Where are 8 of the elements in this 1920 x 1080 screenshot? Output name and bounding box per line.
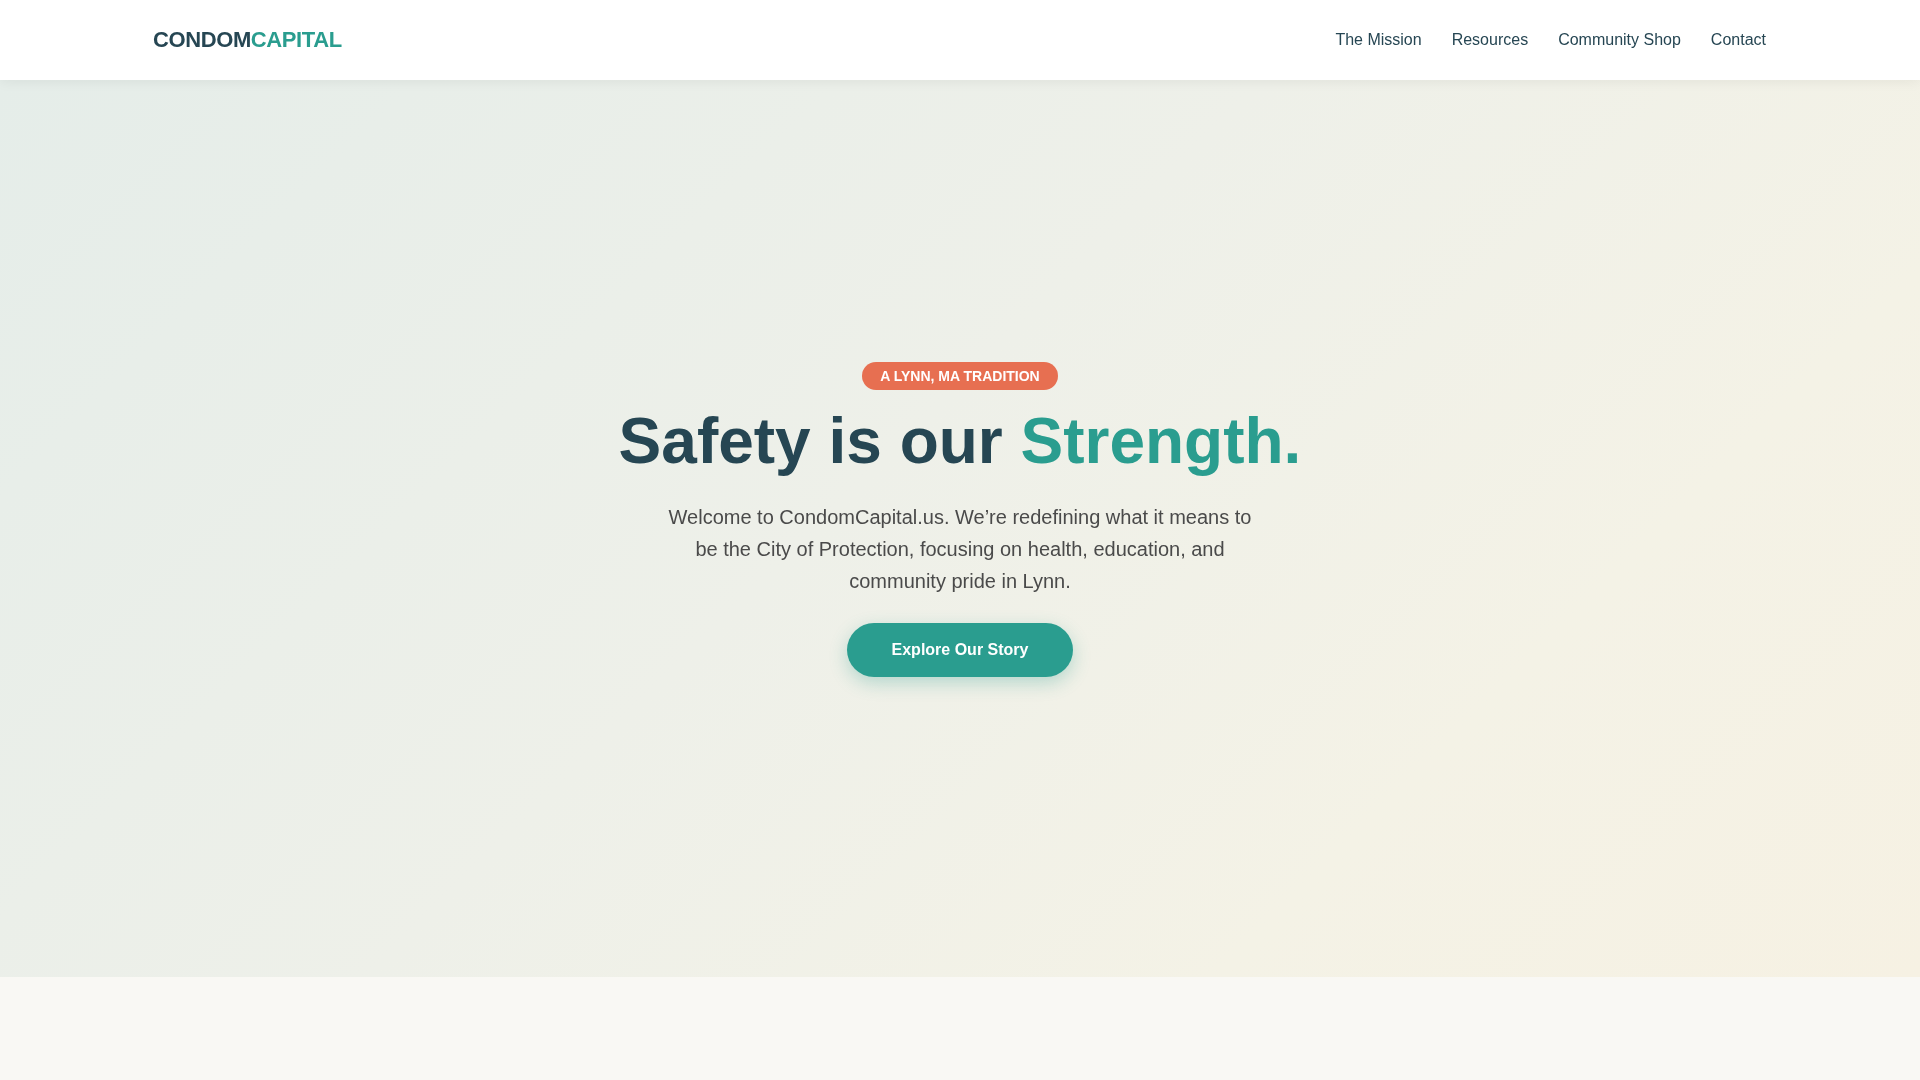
nav-link[interactable]: The Mission [1335,31,1422,49]
hero-headline: Safety is our Strength. [618,406,1302,476]
location-badge: A LYNN, MA TRADITION [862,362,1058,390]
site-logo[interactable]: CONDOMCAPITAL [153,27,342,53]
nav-link[interactable]: Contact [1710,31,1766,49]
nav-link[interactable]: Resources [1451,31,1529,49]
hero-intro-text: Welcome to CondomCapital.us. We’re redefining what it means to be the City of Protection, focusing on health, education, and community pride in Lynn. [667,505,1253,594]
nav-link[interactable]: Community Shop [1558,31,1681,49]
